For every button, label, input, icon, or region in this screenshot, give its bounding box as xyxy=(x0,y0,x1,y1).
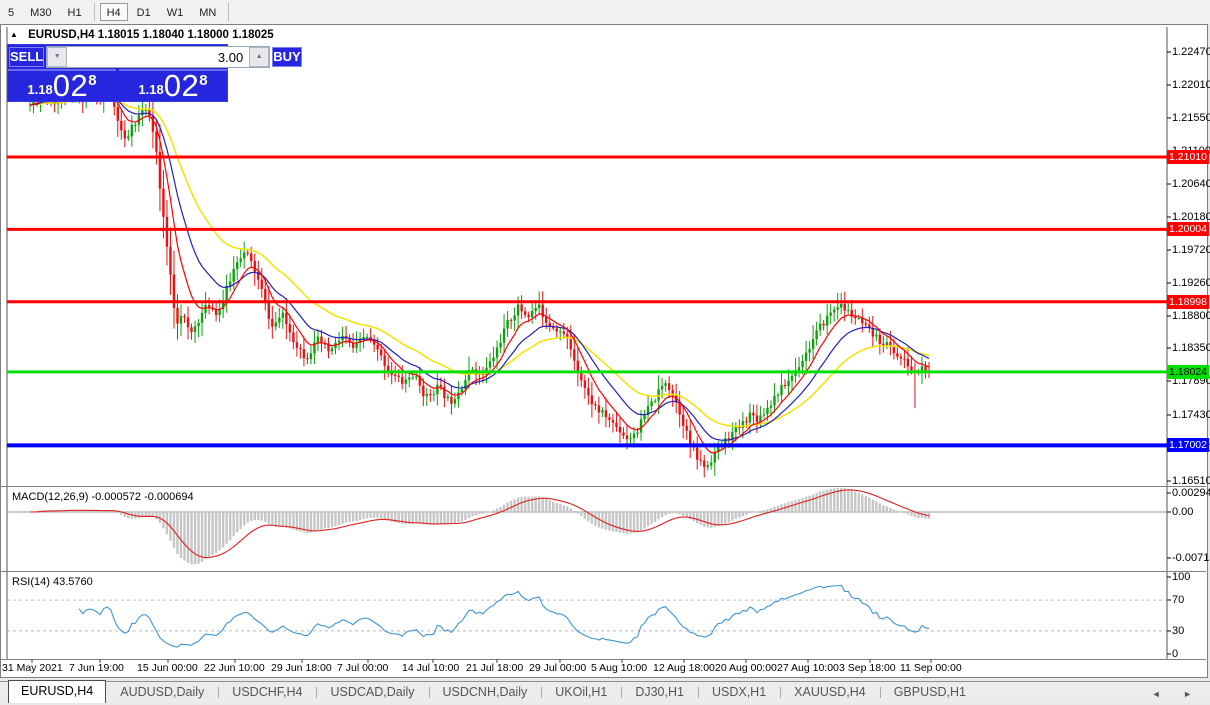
rsi-axis-30: 30 xyxy=(1172,625,1184,637)
date-label-3: 22 Jun 10:00 xyxy=(204,662,265,674)
tab-eurusd-h4[interactable]: EURUSD,H4 xyxy=(8,680,106,703)
macd-indicator-label: MACD(12,26,9) -0.000572 -0.000694 xyxy=(12,491,194,503)
timeframe-button-w1[interactable]: W1 xyxy=(160,3,191,21)
date-label-4: 29 Jun 18:00 xyxy=(271,662,332,674)
macd-axis--0.007151: -0.007151 xyxy=(1172,552,1210,564)
price-tag-1.21010: 1.21010 xyxy=(1167,150,1209,164)
chart-ohlc-values: 1.18015 1.18040 1.18000 1.18025 xyxy=(98,29,274,41)
chart-symbol-period: EURUSD,H4 xyxy=(28,29,94,41)
price-tick-1.19260: 1.19260 xyxy=(1172,277,1210,289)
price-tick-1.18800: 1.18800 xyxy=(1172,310,1210,322)
sell-button[interactable]: SELL xyxy=(9,47,44,67)
symbol-tab-bar: EURUSD,H4AUDUSD,DailyUSDCHF,H4USDCAD,Dai… xyxy=(0,681,1210,703)
chart-canvas[interactable] xyxy=(1,25,1207,677)
ask-price-sup: 8 xyxy=(199,72,207,89)
ma-mid-line xyxy=(30,97,929,440)
tab-scroll-arrows[interactable]: ◄ ► xyxy=(1152,689,1202,699)
buy-button[interactable]: BUY xyxy=(272,47,301,67)
price-tick-1.20640: 1.20640 xyxy=(1172,178,1210,190)
date-label-10: 12 Aug 18:00 xyxy=(653,662,715,674)
price-tick-1.22010: 1.22010 xyxy=(1172,79,1210,91)
price-tag-1.17002: 1.17002 xyxy=(1167,438,1209,452)
date-label-13: 3 Sep 18:00 xyxy=(839,662,896,674)
macd-axis-0.00: 0.00 xyxy=(1172,506,1193,518)
ask-price-big: 02 xyxy=(164,71,199,101)
toolbar-divider xyxy=(94,3,95,21)
rsi-line xyxy=(79,585,929,647)
volume-stepper: ▼ ▲ xyxy=(46,46,270,68)
date-label-6: 14 Jul 10:00 xyxy=(402,662,459,674)
price-tag-1.20004: 1.20004 xyxy=(1167,222,1209,236)
bid-price[interactable]: 1.18 02 8 xyxy=(8,69,116,101)
rsi-pane xyxy=(7,585,1167,647)
date-label-12: 27 Aug 10:00 xyxy=(777,662,839,674)
tab-scroll-right-icon[interactable]: ► xyxy=(1183,689,1202,699)
tab-scroll-left-icon[interactable]: ◄ xyxy=(1152,689,1171,699)
rsi-axis-70: 70 xyxy=(1172,594,1184,606)
date-label-8: 29 Jul 00:00 xyxy=(529,662,586,674)
ask-price[interactable]: 1.18 02 8 xyxy=(119,69,227,101)
tab-gbpusd-h1[interactable]: GBPUSD,H1 xyxy=(880,682,980,703)
date-label-5: 7 Jul 00:00 xyxy=(337,662,388,674)
rsi-axis-0: 0 xyxy=(1172,648,1178,660)
tab-xauusd-h4[interactable]: XAUUSD,H4 xyxy=(780,682,880,703)
tab-ukoil-h1[interactable]: UKOil,H1 xyxy=(541,682,621,703)
price-tick-1.16510: 1.16510 xyxy=(1172,475,1210,487)
price-tick-1.18350: 1.18350 xyxy=(1172,342,1210,354)
timeframe-button-h1[interactable]: H1 xyxy=(61,3,89,21)
collapse-icon[interactable]: ▲ xyxy=(10,30,18,39)
chart-header: ▲ EURUSD,H4 1.18015 1.18040 1.18000 1.18… xyxy=(10,29,274,41)
price-tick-1.22470: 1.22470 xyxy=(1172,46,1210,58)
tab-usdcnh-daily[interactable]: USDCNH,Daily xyxy=(429,682,542,703)
volume-increase-button[interactable]: ▲ xyxy=(249,47,269,67)
tab-dj30-h1[interactable]: DJ30,H1 xyxy=(621,682,698,703)
timeframe-button-h4[interactable]: H4 xyxy=(100,3,128,21)
volume-input[interactable] xyxy=(67,47,249,67)
volume-decrease-button[interactable]: ▼ xyxy=(47,47,67,67)
timeframe-button-mn[interactable]: MN xyxy=(192,3,223,21)
rsi-axis-100: 100 xyxy=(1172,571,1190,583)
chart-window: ▲ EURUSD,H4 1.18015 1.18040 1.18000 1.18… xyxy=(0,24,1208,678)
price-tick-1.17430: 1.17430 xyxy=(1172,409,1210,421)
ask-price-small: 1.18 xyxy=(138,82,163,97)
price-pane xyxy=(29,82,930,477)
tab-usdcad-daily[interactable]: USDCAD,Daily xyxy=(316,682,428,703)
date-label-7: 21 Jul 18:00 xyxy=(466,662,523,674)
date-label-2: 15 Jun 00:00 xyxy=(137,662,198,674)
macd-axis-0.002947: 0.002947 xyxy=(1172,487,1210,499)
timeframe-toolbar: 5M30H1 H4D1W1MN xyxy=(0,0,1210,24)
bid-price-sup: 8 xyxy=(88,72,96,89)
rsi-indicator-label: RSI(14) 43.5760 xyxy=(12,576,93,588)
date-label-9: 5 Aug 10:00 xyxy=(591,662,647,674)
price-tick-1.21550: 1.21550 xyxy=(1172,112,1210,124)
tab-usdchf-h4[interactable]: USDCHF,H4 xyxy=(218,682,316,703)
tab-usdx-h1[interactable]: USDX,H1 xyxy=(698,682,780,703)
date-label-1: 7 Jun 19:00 xyxy=(69,662,124,674)
date-label-0: 31 May 2021 xyxy=(2,662,63,674)
timeframe-button-m30[interactable]: M30 xyxy=(23,3,58,21)
price-tick-1.19720: 1.19720 xyxy=(1172,244,1210,256)
price-tag-1.18998: 1.18998 xyxy=(1167,295,1209,309)
one-click-trading-panel: SELL ▼ ▲ BUY 1.18 02 8 1.18 02 8 xyxy=(7,44,228,102)
price-tag-1.18024: 1.18024 xyxy=(1167,365,1209,379)
timeframe-button-d1[interactable]: D1 xyxy=(130,3,158,21)
ma-fast-line xyxy=(30,96,929,453)
tab-audusd-daily[interactable]: AUDUSD,Daily xyxy=(106,682,218,703)
mt4-application: 5M30H1 H4D1W1MN ▲ EURUSD,H4 1.18015 1.180… xyxy=(0,0,1210,705)
timeframe-button-5[interactable]: 5 xyxy=(1,3,21,21)
toolbar-divider xyxy=(228,3,229,21)
date-label-11: 20 Aug 00:00 xyxy=(715,662,777,674)
bid-price-big: 02 xyxy=(53,71,88,101)
date-label-14: 11 Sep 00:00 xyxy=(900,662,962,674)
bid-price-small: 1.18 xyxy=(27,82,52,97)
